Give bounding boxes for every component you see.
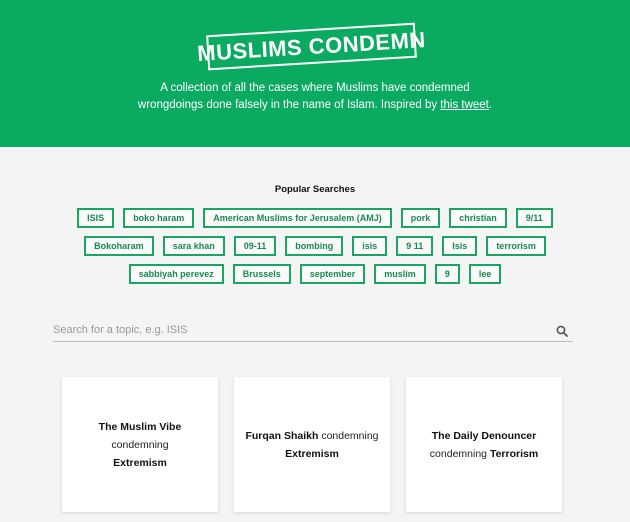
search-bar [53, 320, 573, 342]
tag-september[interactable]: september [299, 264, 366, 284]
tag-amj[interactable]: American Muslims for Jerusalem (AMJ) [203, 208, 392, 228]
tag-muslim[interactable]: muslim [374, 264, 426, 284]
tag-9-11[interactable]: 9/11 [515, 208, 553, 228]
tag-9[interactable]: 9 [434, 264, 460, 284]
tag-terrorism[interactable]: terrorism [486, 236, 546, 256]
tag-sara-khan[interactable]: sara khan [162, 236, 225, 256]
tag-isis[interactable]: ISIS [77, 208, 115, 228]
tag-row-1: ISIS boko haram American Muslims for Jer… [60, 208, 570, 228]
condemnation-card[interactable]: The Daily Denouncer condemning Terrorism [406, 377, 562, 512]
search-icon[interactable] [556, 325, 568, 337]
tagline: A collection of all the cases where Musl… [0, 80, 630, 114]
tag-isis-lower[interactable]: isis [352, 236, 388, 256]
tag-sabbiyah-perevez[interactable]: sabbiyah perevez [128, 264, 224, 284]
card-text: The Daily Denouncer condemning Terrorism [430, 427, 538, 463]
tag-09-11[interactable]: 09-11 [233, 236, 277, 256]
tag-bombing[interactable]: bombing [285, 236, 344, 256]
card-verb: condemning [429, 447, 488, 460]
tag-lee[interactable]: lee [468, 264, 502, 284]
tag-bokoharam[interactable]: Bokoharam [84, 236, 154, 256]
logo-text: MUSLIMS CONDEMN [196, 26, 427, 66]
tag-9-space-11[interactable]: 9 11 [396, 236, 434, 256]
tag-row-3: sabbiyah perevez Brussels september musl… [60, 264, 570, 284]
tag-pork[interactable]: pork [400, 208, 441, 228]
hero-header: MUSLIMS CONDEMN A collection of all the … [0, 0, 630, 147]
card-topic: Terrorism [489, 447, 539, 460]
condemnation-cards: The Muslim Vibe condemning Extremism Fur… [62, 377, 562, 522]
tag-christian[interactable]: christian [449, 208, 507, 228]
tagline-line-1: A collection of all the cases where Musl… [160, 82, 470, 94]
search-input[interactable] [53, 320, 548, 340]
card-verb: condemning [111, 438, 169, 451]
card-text: The Muslim Vibe condemning Extremism [70, 418, 210, 472]
card-source: The Daily Denouncer [431, 429, 537, 442]
tagline-line-2: wrongdoings done falsely in the name of … [137, 99, 438, 111]
tweet-link[interactable]: this tweet [440, 99, 489, 111]
card-topic: Extremism [285, 447, 339, 460]
card-source: The Muslim Vibe [98, 420, 182, 433]
tag-brussels[interactable]: Brussels [232, 264, 291, 284]
tagline-end: . [488, 99, 493, 111]
tag-row-2: Bokoharam sara khan 09-11 bombing isis 9… [60, 236, 570, 256]
popular-tags: ISIS boko haram American Muslims for Jer… [60, 208, 570, 292]
condemnation-card[interactable]: Furqan Shaikh condemning Extremism [234, 377, 390, 512]
card-verb: condemning [321, 429, 379, 442]
card-topic: Extremism [113, 456, 167, 469]
popular-searches-title: Popular Searches [274, 184, 356, 195]
card-text: Furqan Shaikh condemning Extremism [245, 427, 378, 463]
tag-isis-cap[interactable]: Isis [442, 236, 478, 256]
tag-boko-haram[interactable]: boko haram [123, 208, 195, 228]
condemnation-card[interactable]: The Muslim Vibe condemning Extremism [62, 377, 218, 512]
card-source: Furqan Shaikh [245, 429, 319, 442]
site-logo[interactable]: MUSLIMS CONDEMN [197, 22, 426, 71]
